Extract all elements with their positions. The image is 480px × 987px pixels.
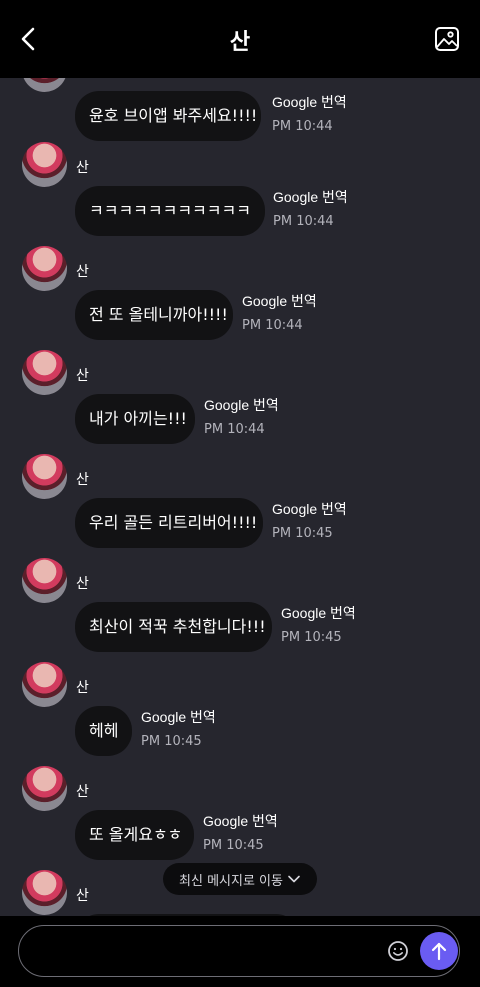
message-bubble[interactable]: 최산이 적꾹 추천합니다!!!: [75, 602, 272, 652]
jump-to-latest-button[interactable]: 최신 메시지로 이동: [163, 863, 317, 895]
avatar[interactable]: [22, 766, 67, 811]
message-list[interactable]: 윤호 브이앱 봐주세요!!!! Google 번역 PM 10:44 산 ㅋㅋㅋ…: [0, 78, 480, 916]
avatar[interactable]: [22, 454, 67, 499]
back-button[interactable]: [14, 24, 44, 54]
message-bubble[interactable]: 내가 아끼는!!!: [75, 394, 195, 444]
google-translate-link[interactable]: Google 번역: [204, 395, 279, 415]
google-translate-link[interactable]: Google 번역: [281, 603, 356, 623]
smiley-icon: [388, 941, 408, 961]
composer-bar: [0, 916, 480, 987]
page-title: 산: [229, 30, 251, 55]
google-translate-link[interactable]: Google 번역: [272, 499, 347, 519]
message-time: PM 10:44: [242, 318, 303, 333]
avatar[interactable]: [22, 246, 67, 291]
message-input[interactable]: [35, 936, 389, 968]
sender-name: 산: [76, 784, 89, 800]
emoji-button[interactable]: [387, 940, 409, 962]
sender-name: 산: [76, 680, 89, 696]
gallery-button[interactable]: [434, 26, 460, 52]
sender-name: 산: [76, 472, 89, 488]
avatar[interactable]: [22, 870, 67, 915]
sender-name: 산: [76, 888, 89, 904]
chevron-down-icon: [288, 875, 300, 883]
message-input-wrapper: [18, 925, 460, 977]
avatar[interactable]: [22, 558, 67, 603]
message-time: PM 10:45: [272, 526, 333, 541]
send-button[interactable]: [420, 932, 458, 970]
sender-name: 산: [76, 160, 89, 176]
avatar[interactable]: [22, 78, 67, 92]
message-bubble[interactable]: ㅋㅋㅋㅋㅋㅋㅋㅋㅋㅋㅋ: [75, 186, 265, 236]
sender-name: 산: [76, 264, 89, 280]
avatar[interactable]: [22, 350, 67, 395]
chevron-left-icon: [21, 27, 35, 51]
jump-to-latest-label: 최신 메시지로 이동: [179, 873, 283, 889]
message-bubble[interactable]: 윤호 브이앱 봐주세요!!!!: [75, 91, 261, 141]
arrow-up-icon: [431, 942, 447, 961]
avatar[interactable]: [22, 662, 67, 707]
image-icon: [435, 27, 459, 51]
message-time: PM 10:45: [203, 838, 264, 853]
google-translate-link[interactable]: Google 번역: [203, 811, 278, 831]
message-time: PM 10:44: [204, 422, 265, 437]
message-time: PM 10:44: [272, 119, 333, 134]
google-translate-link[interactable]: Google 번역: [273, 187, 348, 207]
message-time: PM 10:45: [281, 630, 342, 645]
avatar[interactable]: [22, 142, 67, 187]
message-bubble[interactable]: 또 올게요ㅎㅎ: [75, 810, 194, 860]
message-bubble[interactable]: 전 또 올테니까아!!!!: [75, 290, 233, 340]
google-translate-link[interactable]: Google 번역: [242, 291, 317, 311]
google-translate-link[interactable]: Google 번역: [272, 92, 347, 112]
message-time: PM 10:45: [141, 734, 202, 749]
message-bubble[interactable]: 헤헤: [75, 706, 132, 756]
chat-header: 산: [0, 0, 480, 78]
sender-name: 산: [76, 576, 89, 592]
google-translate-link[interactable]: Google 번역: [141, 707, 216, 727]
message-bubble[interactable]: 우리 골든 리트리버어!!!!: [75, 498, 263, 548]
message-time: PM 10:44: [273, 214, 334, 229]
sender-name: 산: [76, 368, 89, 384]
